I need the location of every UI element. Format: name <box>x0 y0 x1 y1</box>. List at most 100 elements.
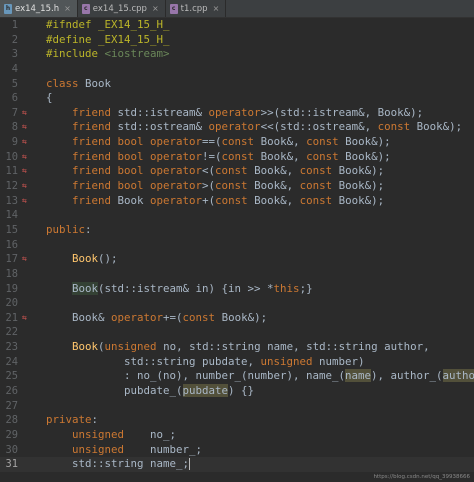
code-line[interactable]: 1 #ifndef _EX14_15_H_ <box>0 18 474 33</box>
code-text: #define _EX14_15_H_ <box>46 32 170 46</box>
code-line[interactable]: 26 pubdate_(pubdate) {} <box>0 384 474 399</box>
code-text: : no_(no), number_(number), name_(name),… <box>46 369 474 384</box>
header-file-icon: h <box>4 3 12 14</box>
code-line[interactable]: 2 #define _EX14_15_H_ <box>0 33 474 48</box>
line-number: 28 <box>5 414 18 427</box>
code-text: std::string name_; <box>46 457 191 471</box>
code-line[interactable]: 29 unsigned no_; <box>0 428 474 443</box>
code-text: public: <box>46 222 92 236</box>
code-line[interactable]: 14 <box>0 208 474 223</box>
line-number: 4 <box>11 62 18 75</box>
code-line[interactable]: 4 <box>0 62 474 77</box>
tab-label: ex14_15.h <box>15 3 60 14</box>
code-text: friend bool operator>(const Book&, const… <box>72 179 385 193</box>
line-number: 31 <box>5 458 18 471</box>
code-text: private: <box>46 413 99 427</box>
line-number: 5 <box>11 77 18 90</box>
line-number: 9 <box>11 136 18 149</box>
code-text: class Book <box>46 76 112 90</box>
line-number: 25 <box>5 370 18 383</box>
override-gutter-icon[interactable]: ⇆ <box>22 255 27 263</box>
tab-label: ex14_15.cpp <box>92 3 147 14</box>
code-line[interactable]: 20 <box>0 296 474 311</box>
code-text: unsigned number_; <box>72 442 203 456</box>
code-text: Book(std::istream& in) {in >> *this;} <box>72 281 313 295</box>
code-line[interactable]: 18 <box>0 267 474 282</box>
cpp-file-icon: c <box>81 3 90 14</box>
line-number: 22 <box>5 326 18 339</box>
code-text: Book& operator+=(const Book&); <box>46 310 268 324</box>
line-number: 12 <box>5 180 18 193</box>
code-line[interactable]: 23 Book(unsigned no, std::string name, s… <box>0 340 474 355</box>
line-number: 24 <box>5 355 18 368</box>
close-icon[interactable]: × <box>64 4 71 13</box>
line-number: 30 <box>5 443 18 456</box>
line-number: 18 <box>5 267 18 280</box>
code-line[interactable]: 5 class Book <box>0 77 474 92</box>
line-number: 14 <box>5 209 18 222</box>
override-gutter-icon[interactable]: ⇆ <box>22 313 27 322</box>
code-text: Book(); <box>72 252 118 266</box>
cpp-file-icon: c <box>169 3 178 14</box>
override-gutter-icon[interactable]: ⇆ <box>22 182 27 190</box>
override-gutter-icon[interactable]: ⇆ <box>22 108 27 117</box>
line-number: 15 <box>5 223 18 236</box>
code-line[interactable]: 25 : no_(no), number_(number), name_(nam… <box>0 369 474 384</box>
code-text: friend std::istream& operator>>(std::ist… <box>72 105 424 119</box>
code-line[interactable]: 22 <box>0 325 474 340</box>
code-text: pubdate_(pubdate) {} <box>46 384 255 398</box>
code-line[interactable]: 7 ⇆ friend std::istream& operator>>(std::… <box>0 106 474 121</box>
line-number: 16 <box>5 238 18 251</box>
line-number: 17 <box>5 253 18 266</box>
code-text: unsigned no_; <box>72 427 177 441</box>
code-line[interactable]: 24 std::string pubdate, unsigned number) <box>0 355 474 370</box>
code-line[interactable]: 12 ⇆ friend bool operator>(const Book&, c… <box>0 179 474 194</box>
code-line[interactable]: 3 #include <iostream> <box>0 47 474 62</box>
line-number: 26 <box>5 385 18 398</box>
code-line[interactable]: 9 ⇆ friend bool operator==(const Book&, c… <box>0 135 474 150</box>
code-line[interactable]: 27 <box>0 399 474 414</box>
tab-t1-cpp[interactable]: c t1.cpp × <box>166 0 227 17</box>
code-line[interactable]: 16 <box>0 238 474 253</box>
code-text: #include <iostream> <box>46 47 170 61</box>
code-line[interactable]: 31 std::string name_; <box>0 457 474 472</box>
watermark: https://blog.csdn.net/qq_39938666 <box>373 474 470 480</box>
code-line[interactable]: 28 private: <box>0 413 474 428</box>
code-line[interactable]: 11 ⇆ friend bool operator<(const Book&, c… <box>0 164 474 179</box>
code-line[interactable]: 17 ⇆ Book(); <box>0 252 474 267</box>
line-number: 8 <box>11 121 18 134</box>
line-number: 7 <box>11 106 18 119</box>
code-text: Book(unsigned no, std::string name, std:… <box>72 340 430 354</box>
code-editor[interactable]: 1 #ifndef _EX14_15_H_ 2 #define _EX14_15_H_… <box>0 18 474 472</box>
close-icon[interactable]: × <box>213 4 220 13</box>
code-line[interactable]: 19 Book(std::istream& in) {in >> *this;} <box>0 281 474 297</box>
line-number: 23 <box>5 341 18 354</box>
line-number: 1 <box>11 19 18 31</box>
code-line[interactable]: 30 unsigned number_; <box>0 443 474 458</box>
code-text: friend std::ostream& operator<<(std::ost… <box>72 120 463 134</box>
code-line[interactable]: 21 ⇆ Book& operator+=(const Book&); <box>0 311 474 326</box>
editor-tab-bar: h ex14_15.h × c ex14_15.cpp × c t1.cpp × <box>0 0 474 18</box>
code-line[interactable]: 8 ⇆ friend std::ostream& operator<<(std::… <box>0 120 474 135</box>
code-text: friend bool operator!=(const Book&, cons… <box>72 149 391 163</box>
code-line[interactable]: 13 ⇆ friend Book operator+(const Book&, c… <box>0 194 474 209</box>
override-gutter-icon[interactable]: ⇆ <box>22 196 27 205</box>
code-line[interactable]: 10 ⇆ friend bool operator!=(const Book&, … <box>0 150 474 165</box>
line-number: 29 <box>5 428 18 441</box>
text-caret <box>189 458 191 471</box>
override-gutter-icon[interactable]: ⇆ <box>22 152 27 161</box>
override-gutter-icon[interactable]: ⇆ <box>22 123 27 131</box>
line-number: 21 <box>5 311 18 324</box>
tab-ex14-15-cpp[interactable]: c ex14_15.cpp × <box>78 0 166 17</box>
override-gutter-icon[interactable]: ⇆ <box>22 167 27 175</box>
code-line[interactable]: 15 public: <box>0 223 474 238</box>
code-line[interactable]: 6{ <box>0 91 474 106</box>
tab-label: t1.cpp <box>180 3 208 14</box>
close-icon[interactable]: × <box>152 4 159 13</box>
tab-ex14-15-h[interactable]: h ex14_15.h × <box>0 0 78 17</box>
line-number: 19 <box>5 282 18 295</box>
line-number: 20 <box>5 297 18 310</box>
code-text: friend bool operator==(const Book&, cons… <box>72 135 391 149</box>
line-number: 27 <box>5 399 18 412</box>
override-gutter-icon[interactable]: ⇆ <box>22 138 27 146</box>
